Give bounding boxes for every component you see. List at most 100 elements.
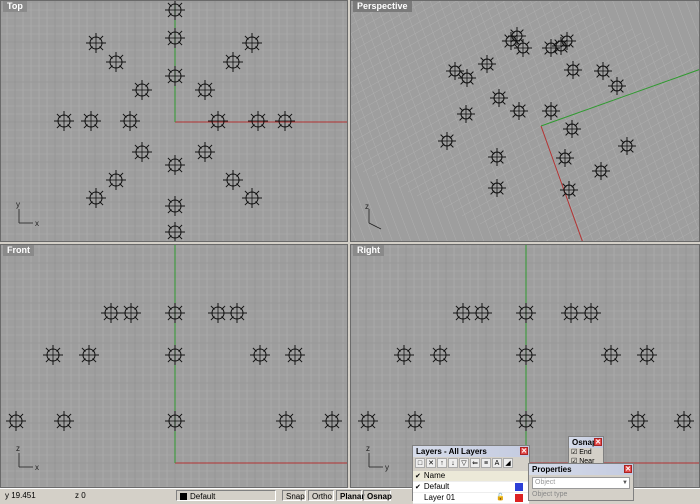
current-layer[interactable]: Default	[176, 490, 276, 501]
gear-object-icon[interactable]	[227, 303, 247, 323]
gear-object-icon[interactable]	[453, 303, 473, 323]
layer-color-icon[interactable]	[515, 483, 523, 491]
gear-object-icon[interactable]	[358, 411, 378, 431]
gear-object-icon[interactable]	[516, 345, 536, 365]
planar-button[interactable]: Planar	[336, 490, 364, 501]
gear-object-icon[interactable]	[446, 62, 464, 80]
tools-icon[interactable]: ⇐	[470, 458, 480, 468]
osnap-button[interactable]: Osnap	[363, 490, 392, 501]
gear-object-icon[interactable]	[43, 345, 63, 365]
down-icon[interactable]: ↓	[448, 458, 458, 468]
gear-object-icon[interactable]	[438, 132, 456, 150]
gear-object-icon[interactable]	[563, 120, 581, 138]
gear-object-icon[interactable]	[276, 411, 296, 431]
gear-object-icon[interactable]	[132, 80, 152, 100]
gear-object-icon[interactable]	[628, 411, 648, 431]
gear-object-icon[interactable]	[558, 32, 576, 50]
viewport-title-right[interactable]: Right	[353, 245, 384, 256]
font-icon[interactable]: A	[492, 458, 502, 468]
gear-object-icon[interactable]	[165, 303, 185, 323]
gear-object-icon[interactable]	[208, 303, 228, 323]
gear-object-icon[interactable]	[458, 69, 476, 87]
gear-object-icon[interactable]	[195, 142, 215, 162]
gear-object-icon[interactable]	[674, 411, 694, 431]
osnap-panel-title[interactable]: Osnap ✕	[569, 437, 603, 448]
gear-object-icon[interactable]	[195, 80, 215, 100]
filter-icon[interactable]: ▽	[459, 458, 469, 468]
gear-object-icon[interactable]	[165, 345, 185, 365]
snap-button[interactable]: Snap	[282, 490, 306, 501]
resize-icon[interactable]: ◢	[503, 458, 513, 468]
gear-object-icon[interactable]	[542, 102, 560, 120]
gear-object-icon[interactable]	[285, 345, 305, 365]
close-icon[interactable]: ✕	[624, 465, 632, 473]
gear-object-icon[interactable]	[561, 303, 581, 323]
gear-object-icon[interactable]	[86, 33, 106, 53]
gear-object-icon[interactable]	[581, 303, 601, 323]
gear-object-icon[interactable]	[86, 188, 106, 208]
viewport-title-top[interactable]: Top	[3, 1, 27, 12]
gear-object-icon[interactable]	[516, 303, 536, 323]
up-icon[interactable]: ↑	[437, 458, 447, 468]
lock-icon[interactable]: 🔓	[496, 493, 505, 503]
gear-object-icon[interactable]	[6, 411, 26, 431]
gear-object-icon[interactable]	[165, 196, 185, 216]
gear-object-icon[interactable]	[242, 188, 262, 208]
gear-object-icon[interactable]	[121, 303, 141, 323]
ortho-button[interactable]: Ortho	[308, 490, 334, 501]
gear-object-icon[interactable]	[488, 148, 506, 166]
gear-object-icon[interactable]	[250, 345, 270, 365]
gear-object-icon[interactable]	[601, 345, 621, 365]
properties-panel-title[interactable]: Properties ✕	[529, 464, 633, 475]
gear-object-icon[interactable]	[472, 303, 492, 323]
gear-object-icon[interactable]	[510, 102, 528, 120]
gear-object-icon[interactable]	[488, 179, 506, 197]
gear-object-icon[interactable]	[165, 1, 185, 20]
gear-object-icon[interactable]	[132, 142, 152, 162]
gear-object-icon[interactable]	[564, 61, 582, 79]
close-icon[interactable]: ✕	[594, 438, 602, 446]
gear-object-icon[interactable]	[516, 411, 536, 431]
gear-object-icon[interactable]	[560, 181, 578, 199]
gear-object-icon[interactable]	[592, 162, 610, 180]
gear-object-icon[interactable]	[405, 411, 425, 431]
viewport-perspective[interactable]: Perspective z	[350, 0, 700, 242]
gear-object-icon[interactable]	[165, 155, 185, 175]
gear-object-icon[interactable]	[556, 149, 574, 167]
gear-object-icon[interactable]	[478, 55, 496, 73]
gear-object-icon[interactable]	[54, 111, 74, 131]
delete-icon[interactable]: ✕	[426, 458, 436, 468]
gear-object-icon[interactable]	[637, 345, 657, 365]
close-icon[interactable]: ✕	[520, 447, 528, 455]
gear-object-icon[interactable]	[322, 411, 342, 431]
list-icon[interactable]: ≡	[481, 458, 491, 468]
gear-object-icon[interactable]	[79, 345, 99, 365]
gear-object-icon[interactable]	[608, 77, 626, 95]
gear-object-icon[interactable]	[101, 303, 121, 323]
gear-object-icon[interactable]	[275, 111, 295, 131]
gear-object-icon[interactable]	[106, 52, 126, 72]
gear-object-icon[interactable]	[618, 137, 636, 155]
name-column-header[interactable]: Name	[424, 471, 445, 480]
gear-object-icon[interactable]	[594, 62, 612, 80]
gear-object-icon[interactable]	[165, 66, 185, 86]
gear-object-icon[interactable]	[394, 345, 414, 365]
gear-object-icon[interactable]	[457, 105, 475, 123]
gear-object-icon[interactable]	[208, 111, 228, 131]
viewport-top[interactable]: Top xy	[0, 0, 348, 242]
gear-object-icon[interactable]	[106, 170, 126, 190]
object-dropdown[interactable]: Object ▼	[532, 477, 630, 489]
viewport-title-front[interactable]: Front	[3, 245, 34, 256]
gear-object-icon[interactable]	[514, 39, 532, 57]
gear-object-icon[interactable]	[165, 411, 185, 431]
new-layer-icon[interactable]: □	[415, 458, 425, 468]
layer-row[interactable]: ✔ Default	[413, 482, 529, 493]
gear-object-icon[interactable]	[120, 111, 140, 131]
gear-object-icon[interactable]	[490, 89, 508, 107]
gear-object-icon[interactable]	[165, 28, 185, 48]
gear-object-icon[interactable]	[223, 170, 243, 190]
gear-object-icon[interactable]	[430, 345, 450, 365]
layers-panel-title[interactable]: Layers - All Layers ✕	[413, 446, 529, 457]
gear-object-icon[interactable]	[248, 111, 268, 131]
viewport-title-perspective[interactable]: Perspective	[353, 1, 412, 12]
